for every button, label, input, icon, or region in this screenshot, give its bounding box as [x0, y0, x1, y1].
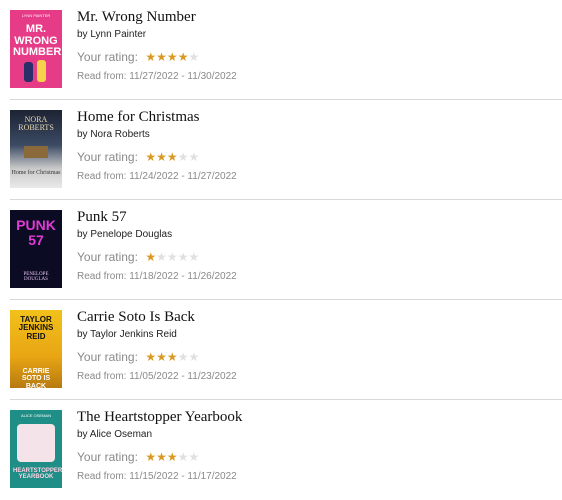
cover-author-text: LYNN PAINTER — [21, 13, 51, 18]
list-item[interactable]: TAYLOR JENKINS REID CARRIE SOTO IS BACK … — [0, 300, 562, 400]
star-filled-icon[interactable]: ★ — [145, 450, 156, 464]
star-rating[interactable]: ★★★★★ — [145, 350, 199, 364]
book-title[interactable]: Carrie Soto Is Back — [77, 309, 195, 326]
star-empty-icon[interactable]: ★ — [156, 250, 167, 264]
rating-label: Your rating: — [77, 249, 138, 264]
list-item[interactable]: PUNK 57 PENELOPE DOUGLAS Punk 57 by Pene… — [0, 200, 562, 300]
star-empty-icon[interactable]: ★ — [178, 450, 189, 464]
book-title[interactable]: Mr. Wrong Number — [77, 9, 196, 26]
cover-author-text: PENELOPE DOUGLAS — [23, 272, 49, 282]
rating-row: Your rating: ★★★★★ — [77, 48, 199, 64]
cover-title-text: MR. WRONG NUMBER — [13, 23, 62, 59]
book-author[interactable]: by Penelope Douglas — [77, 229, 172, 240]
star-filled-icon[interactable]: ★ — [167, 50, 178, 64]
star-empty-icon[interactable]: ★ — [188, 450, 199, 464]
book-title[interactable]: The Heartstopper Yearbook — [77, 409, 242, 426]
star-filled-icon[interactable]: ★ — [145, 250, 156, 264]
list-item[interactable]: ALICE OSEMAN HEARTSTOPPER YEARBOOK The H… — [0, 400, 562, 500]
cover-title-text: CARRIE SOTO IS BACK — [21, 368, 51, 388]
star-filled-icon[interactable]: ★ — [145, 50, 156, 64]
cover-author-text: ALICE OSEMAN — [20, 413, 51, 418]
star-filled-icon[interactable]: ★ — [167, 350, 178, 364]
star-empty-icon[interactable]: ★ — [188, 250, 199, 264]
star-empty-icon[interactable]: ★ — [188, 350, 199, 364]
book-cover[interactable]: LYNN PAINTER MR. WRONG NUMBER — [10, 10, 62, 88]
book-title[interactable]: Punk 57 — [77, 209, 127, 226]
read-dates: Read from: 11/05/2022 - 11/23/2022 — [77, 371, 237, 382]
star-rating[interactable]: ★★★★★ — [145, 250, 199, 264]
star-rating[interactable]: ★★★★★ — [145, 50, 199, 64]
star-empty-icon[interactable]: ★ — [178, 250, 189, 264]
book-author[interactable]: by Taylor Jenkins Reid — [77, 329, 177, 340]
star-empty-icon[interactable]: ★ — [188, 50, 199, 64]
rating-row: Your rating: ★★★★★ — [77, 148, 199, 164]
star-rating[interactable]: ★★★★★ — [145, 450, 199, 464]
book-cover[interactable]: TAYLOR JENKINS REID CARRIE SOTO IS BACK — [10, 310, 62, 388]
cover-illustration — [17, 424, 55, 462]
book-title[interactable]: Home for Christmas — [77, 109, 199, 126]
cover-figure — [37, 60, 46, 82]
rating-label: Your rating: — [77, 49, 138, 64]
list-item[interactable]: LYNN PAINTER MR. WRONG NUMBER Mr. Wrong … — [0, 0, 562, 100]
star-filled-icon[interactable]: ★ — [156, 350, 167, 364]
read-dates: Read from: 11/24/2022 - 11/27/2022 — [77, 171, 237, 182]
star-empty-icon[interactable]: ★ — [188, 150, 199, 164]
read-dates: Read from: 11/15/2022 - 11/17/2022 — [77, 471, 237, 482]
book-author[interactable]: by Lynn Painter — [77, 29, 146, 40]
star-filled-icon[interactable]: ★ — [145, 150, 156, 164]
rating-label: Your rating: — [77, 349, 138, 364]
book-cover[interactable]: NORA ROBERTS Home for Christmas — [10, 110, 62, 188]
list-item[interactable]: NORA ROBERTS Home for Christmas Home for… — [0, 100, 562, 200]
rating-label: Your rating: — [77, 449, 138, 464]
book-cover[interactable]: ALICE OSEMAN HEARTSTOPPER YEARBOOK — [10, 410, 62, 488]
rating-row: Your rating: ★★★★★ — [77, 248, 199, 264]
read-dates: Read from: 11/18/2022 - 11/26/2022 — [77, 271, 237, 282]
cover-title-text: PUNK 57 — [16, 217, 56, 248]
read-dates: Read from: 11/27/2022 - 11/30/2022 — [77, 71, 237, 82]
rating-row: Your rating: ★★★★★ — [77, 448, 199, 464]
cover-author-text: NORA ROBERTS — [18, 115, 54, 132]
star-filled-icon[interactable]: ★ — [156, 150, 167, 164]
cover-title-text: HEARTSTOPPER YEARBOOK — [13, 468, 62, 481]
star-filled-icon[interactable]: ★ — [156, 450, 167, 464]
rating-label: Your rating: — [77, 149, 138, 164]
star-empty-icon[interactable]: ★ — [167, 250, 178, 264]
star-empty-icon[interactable]: ★ — [178, 350, 189, 364]
cover-author-text: TAYLOR JENKINS REID — [18, 315, 54, 341]
star-filled-icon[interactable]: ★ — [167, 450, 178, 464]
cover-house — [24, 146, 48, 158]
rating-row: Your rating: ★★★★★ — [77, 348, 199, 364]
cover-title-text: Home for Christmas — [11, 170, 61, 176]
book-list: LYNN PAINTER MR. WRONG NUMBER Mr. Wrong … — [0, 0, 562, 500]
star-rating[interactable]: ★★★★★ — [145, 150, 199, 164]
cover-figure — [24, 62, 33, 82]
book-cover[interactable]: PUNK 57 PENELOPE DOUGLAS — [10, 210, 62, 288]
star-filled-icon[interactable]: ★ — [178, 50, 189, 64]
star-filled-icon[interactable]: ★ — [156, 50, 167, 64]
star-empty-icon[interactable]: ★ — [178, 150, 189, 164]
book-author[interactable]: by Alice Oseman — [77, 429, 152, 440]
star-filled-icon[interactable]: ★ — [145, 350, 156, 364]
star-filled-icon[interactable]: ★ — [167, 150, 178, 164]
book-author[interactable]: by Nora Roberts — [77, 129, 150, 140]
